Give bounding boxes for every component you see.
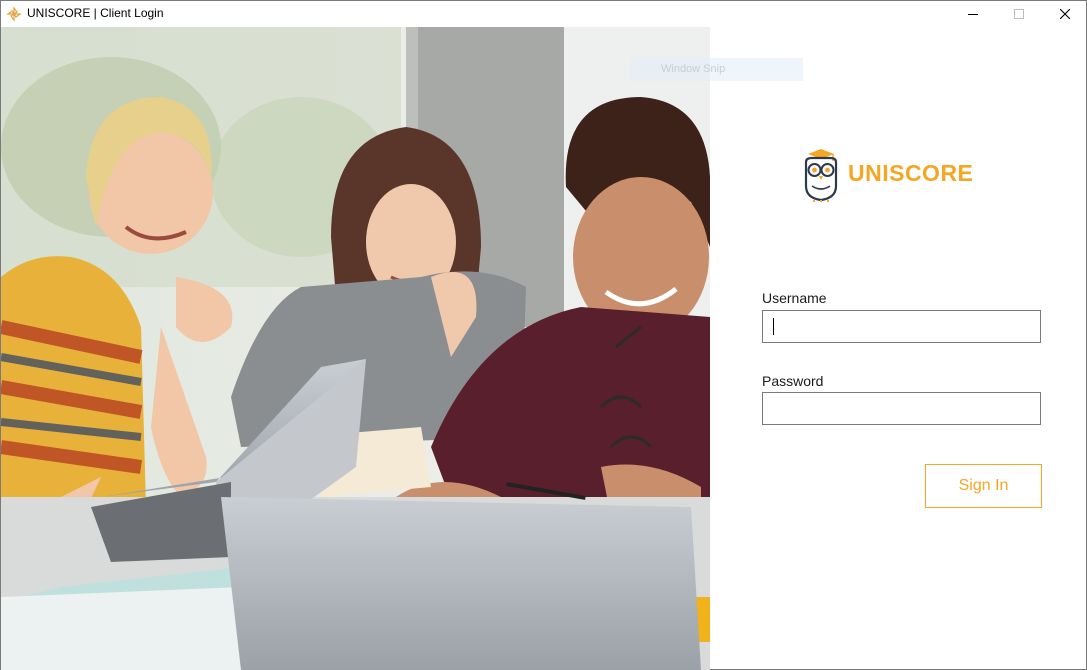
username-label: Username [762,290,827,306]
close-button[interactable] [1042,1,1087,27]
password-label: Password [762,373,824,389]
window-title: UNISCORE | Client Login [27,6,164,20]
app-icon [6,6,22,22]
window-snip-label: Window Snip [661,63,726,75]
maximize-button[interactable] [996,1,1042,27]
username-field[interactable] [762,310,1041,343]
owl-graduate-icon [804,149,838,202]
login-window: UNISCORE | Client Login Window Snip UNIS… [0,0,1087,670]
minimize-icon [968,14,978,15]
hero-photo [1,27,710,670]
maximize-icon [1014,9,1024,19]
text-caret [773,318,774,335]
brand-logo: UNISCORE [802,148,992,204]
title-bar[interactable]: UNISCORE | Client Login [1,1,1086,27]
close-icon [1060,9,1070,19]
minimize-button[interactable] [950,1,996,27]
sign-in-button[interactable]: Sign In [925,464,1042,508]
password-field[interactable] [762,392,1041,425]
brand-name: UNISCORE [848,160,974,186]
